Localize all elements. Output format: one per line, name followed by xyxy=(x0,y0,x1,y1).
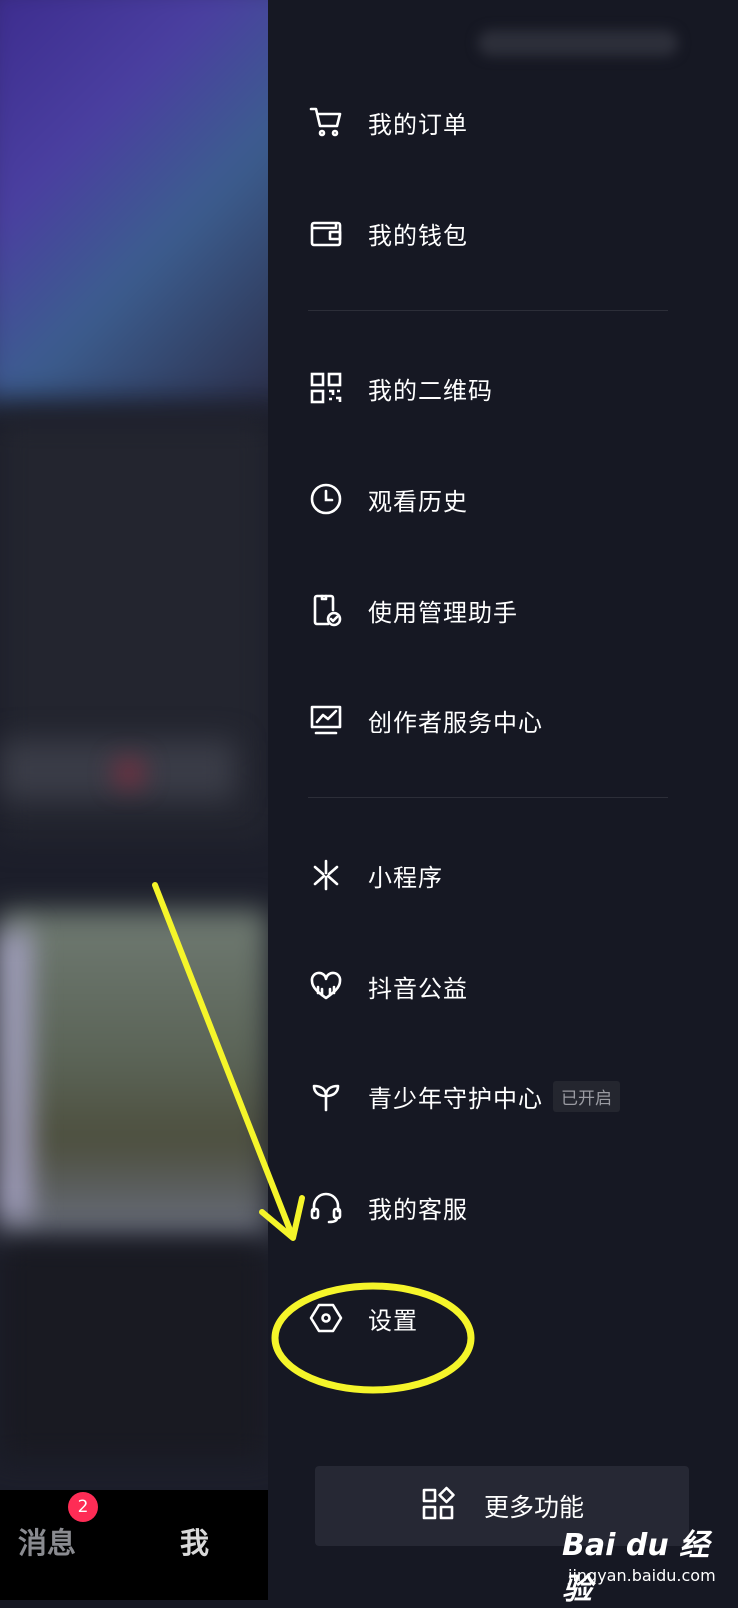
menu-item-creator-center[interactable]: 创作者服务中心 xyxy=(308,690,543,750)
menu-item-qr-code[interactable]: 我的二维码 xyxy=(308,358,493,418)
divider xyxy=(308,310,668,311)
divider xyxy=(308,797,668,798)
blurred-footer-area xyxy=(0,1240,268,1460)
mini-program-icon xyxy=(308,857,344,893)
watermark-url: jingyan.baidu.com xyxy=(568,1566,716,1585)
menu-label: 我的二维码 xyxy=(368,376,493,405)
hexagon-settings-icon xyxy=(308,1300,344,1336)
menu-item-wallet[interactable]: 我的钱包 xyxy=(308,203,468,263)
menu-item-customer-service[interactable]: 我的客服 xyxy=(308,1177,468,1237)
blurred-header xyxy=(0,0,268,400)
clock-icon xyxy=(308,481,344,517)
menu-label: 设置 xyxy=(368,1306,418,1335)
nav-messages[interactable]: 消息 xyxy=(18,1520,76,1562)
menu-label: 小程序 xyxy=(368,863,443,892)
menu-item-history[interactable]: 观看历史 xyxy=(308,469,468,529)
heart-hands-icon xyxy=(308,968,344,1004)
headset-icon xyxy=(308,1189,344,1225)
watermark: Bai du 经验 jingyan.baidu.com xyxy=(558,1510,738,1607)
menu-label: 我的客服 xyxy=(368,1195,468,1224)
watermark-brand: Bai du 经验 xyxy=(562,1528,710,1607)
menu-item-orders[interactable]: 我的订单 xyxy=(308,92,468,152)
menu-label: 我的订单 xyxy=(368,110,468,139)
menu-item-settings[interactable]: 设置 xyxy=(308,1288,418,1348)
menu-item-usage-manager[interactable]: 使用管理助手 xyxy=(308,580,518,640)
apps-icon xyxy=(420,1486,456,1526)
menu-item-youth-protection[interactable]: 青少年守护中心 已开启 xyxy=(308,1066,620,1126)
chart-monitor-icon xyxy=(308,702,344,738)
blurred-thumbnail-edge xyxy=(0,930,30,1220)
menu-label: 使用管理助手 xyxy=(368,598,518,627)
menu-item-charity[interactable]: 抖音公益 xyxy=(308,956,468,1016)
menu-label: 青少年守护中心 xyxy=(368,1084,543,1113)
wallet-icon xyxy=(308,215,344,251)
nav-me[interactable]: 我 xyxy=(180,1520,209,1562)
phone-check-icon xyxy=(308,592,344,628)
menu-label: 创作者服务中心 xyxy=(368,708,543,737)
background-app[interactable]: 消息 2 我 xyxy=(0,0,268,1600)
menu-label: 抖音公益 xyxy=(368,974,468,1003)
blurred-dot xyxy=(118,762,140,784)
cart-icon xyxy=(308,104,344,140)
side-drawer: 我的订单 我的钱包 我的二维码 观看历史 使用管理助手 创作者服务中心 小程序 … xyxy=(268,0,738,1600)
qr-code-icon xyxy=(308,370,344,406)
menu-label: 观看历史 xyxy=(368,487,468,516)
sprout-icon xyxy=(308,1078,344,1114)
blurred-status xyxy=(478,30,678,56)
blurred-thumbnail xyxy=(0,910,268,1240)
bottom-nav: 消息 2 我 xyxy=(0,1490,268,1600)
message-count-badge: 2 xyxy=(68,1492,98,1522)
status-badge: 已开启 xyxy=(553,1080,620,1112)
menu-label: 我的钱包 xyxy=(368,221,468,250)
menu-item-mini-programs[interactable]: 小程序 xyxy=(308,845,443,905)
